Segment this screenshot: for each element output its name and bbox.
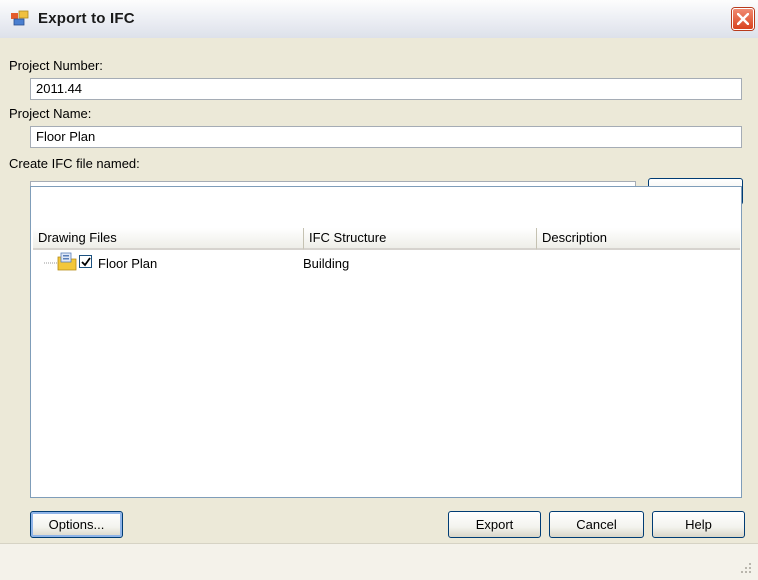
folder-document-icon — [57, 251, 77, 271]
row-drawing-file[interactable]: Floor Plan — [98, 256, 157, 271]
status-bar — [0, 543, 758, 580]
export-ifc-dialog: Export to IFC Project Number: 2011.44 Pr… — [0, 0, 758, 580]
cancel-button[interactable]: Cancel — [549, 511, 644, 538]
column-header-drawing-files[interactable]: Drawing Files — [33, 228, 304, 250]
resize-grip-icon[interactable] — [740, 562, 752, 574]
title-bar[interactable]: Export to IFC — [0, 0, 758, 39]
window-title: Export to IFC — [38, 10, 135, 27]
project-name-field[interactable]: Floor Plan — [30, 126, 742, 148]
project-name-label: Project Name: — [9, 106, 92, 121]
project-number-field[interactable]: 2011.44 — [30, 78, 742, 100]
close-button[interactable] — [732, 8, 754, 30]
help-button[interactable]: Help — [652, 511, 745, 538]
column-header-description[interactable]: Description — [537, 228, 740, 250]
project-number-label: Project Number: — [9, 58, 103, 73]
floor-plan-checkbox[interactable] — [79, 255, 92, 268]
window-icon — [10, 10, 30, 26]
options-button[interactable]: Options... — [30, 511, 123, 538]
export-button[interactable]: Export — [448, 511, 541, 538]
ifc-file-label: Create IFC file named: — [9, 156, 140, 171]
tree-connector — [44, 262, 58, 264]
checkmark-icon — [81, 257, 91, 267]
column-header-ifc-structure[interactable]: IFC Structure — [304, 228, 537, 250]
row-ifc-structure[interactable]: Building — [303, 256, 349, 271]
close-icon — [737, 13, 749, 25]
